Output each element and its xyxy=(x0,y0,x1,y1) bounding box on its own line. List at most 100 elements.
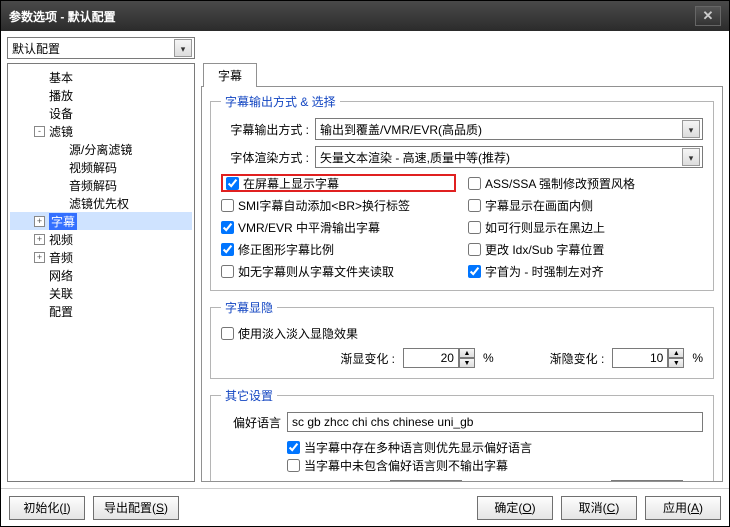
seconds-unit: 秒 xyxy=(470,482,482,483)
group-fade: 字幕显隐 使用淡入淡入显隐效果 渐显变化 : ▲▼ % xyxy=(210,299,714,379)
chevron-down-icon xyxy=(174,39,192,57)
fade-in-label: 渐显变化 : xyxy=(340,350,395,367)
tree-item-label: 滤镜 xyxy=(49,123,73,140)
tree-item-label: 音频解码 xyxy=(69,177,117,194)
profile-dropdown[interactable]: 默认配置 xyxy=(7,37,195,59)
option-checkbox[interactable]: SMI字幕自动添加<BR>换行标签 xyxy=(221,196,456,214)
tree-item[interactable]: 设备 xyxy=(10,104,192,122)
min-delay-spinner[interactable]: ▲▼ xyxy=(611,480,683,482)
fade-out-input[interactable] xyxy=(612,348,668,368)
checkbox-grid: 在屏幕上显示字幕 ASS/SSA 强制修改预置风格 SMI字幕自动添加<BR>换行标… xyxy=(221,174,703,280)
tree-item-label: 滤镜优先权 xyxy=(69,195,129,212)
tree-item-label: 设备 xyxy=(49,105,73,122)
tree-item-label: 视频解码 xyxy=(69,159,117,176)
fade-effect-checkbox[interactable]: 使用淡入淡入显隐效果 xyxy=(221,324,703,342)
checkbox-input[interactable] xyxy=(468,243,481,256)
no-output-checkbox[interactable]: 当字幕中未包含偏好语言则不输出字幕 xyxy=(287,456,703,474)
spin-down-icon[interactable]: ▼ xyxy=(668,358,684,368)
fade-in-spinner[interactable]: ▲▼ xyxy=(403,348,475,368)
tree-item[interactable]: 基本 xyxy=(10,68,192,86)
option-checkbox[interactable]: 如无字幕则从字幕文件夹读取 xyxy=(221,262,456,280)
checkbox-label: 更改 Idx/Sub 字幕位置 xyxy=(485,241,604,258)
option-checkbox[interactable]: 在屏幕上显示字幕 xyxy=(221,174,456,192)
tree-item[interactable]: 源/分离滤镜 xyxy=(10,140,192,158)
seconds-unit: 秒 xyxy=(691,482,703,483)
tree-item-label: 关联 xyxy=(49,285,73,302)
spin-up-icon[interactable]: ▲ xyxy=(446,480,462,482)
tree-item-label: 基本 xyxy=(49,69,73,86)
tree-item-label: 源/分离滤镜 xyxy=(69,141,132,158)
expand-icon[interactable]: + xyxy=(34,234,45,245)
option-checkbox[interactable]: ASS/SSA 强制修改预置风格 xyxy=(468,174,703,192)
sync-unit-spinner[interactable]: ▲▼ xyxy=(390,480,462,482)
checkbox-label: 如无字幕则从字幕文件夹读取 xyxy=(238,263,394,280)
tree-item[interactable]: 配置 xyxy=(10,302,192,320)
option-checkbox[interactable]: 字幕显示在画面内侧 xyxy=(468,196,703,214)
footer: 初始化(I) 导出配置(S) 确定(O) 取消(C) 应用(A) xyxy=(1,488,729,526)
checkbox-input[interactable] xyxy=(221,199,234,212)
chevron-down-icon xyxy=(682,148,700,166)
checkbox-input[interactable] xyxy=(468,265,481,278)
fade-effect-label: 使用淡入淡入显隐效果 xyxy=(238,325,358,342)
no-output-input[interactable] xyxy=(287,459,300,472)
expand-icon[interactable]: + xyxy=(34,216,45,227)
fade-effect-input[interactable] xyxy=(221,327,234,340)
collapse-icon[interactable]: - xyxy=(34,126,45,137)
percent-unit: % xyxy=(483,351,494,365)
ok-button[interactable]: 确定(O) xyxy=(477,496,553,520)
output-mode-select[interactable]: 输出到覆盖/VMR/EVR(高品质) xyxy=(315,118,703,140)
checkbox-input[interactable] xyxy=(221,243,234,256)
tree-item[interactable]: -滤镜 xyxy=(10,122,192,140)
tab-subtitle[interactable]: 字幕 xyxy=(203,63,257,87)
spin-up-icon[interactable]: ▲ xyxy=(667,480,683,482)
option-checkbox[interactable]: 字首为 - 时强制左对齐 xyxy=(468,262,703,280)
pref-lang-input[interactable] xyxy=(287,412,703,432)
export-button[interactable]: 导出配置(S) xyxy=(93,496,179,520)
option-checkbox[interactable]: 如可行则显示在黑边上 xyxy=(468,218,703,236)
spin-up-icon[interactable]: ▲ xyxy=(668,348,684,358)
tree-item[interactable]: 播放 xyxy=(10,86,192,104)
checkbox-input[interactable] xyxy=(468,199,481,212)
option-checkbox[interactable]: VMR/EVR 中平滑输出字幕 xyxy=(221,218,456,236)
prefer-lang-checkbox[interactable]: 当字幕中存在多种语言则优先显示偏好语言 xyxy=(287,438,703,456)
tree-item[interactable]: 关联 xyxy=(10,284,192,302)
checkbox-label: ASS/SSA 强制修改预置风格 xyxy=(485,175,635,192)
sync-unit-input[interactable] xyxy=(390,480,446,482)
category-tree[interactable]: 基本播放设备-滤镜源/分离滤镜视频解码音频解码滤镜优先权+字幕+视频+音频网络关… xyxy=(7,63,195,482)
tree-item-label: 配置 xyxy=(49,303,73,320)
font-render-select[interactable]: 矢量文本渲染 - 高速,质量中等(推荐) xyxy=(315,146,703,168)
option-checkbox[interactable]: 更改 Idx/Sub 字幕位置 xyxy=(468,240,703,258)
settings-window: 参数选项 - 默认配置 ✕ 默认配置 基本播放设备-滤镜源/分离滤镜视频解码音频… xyxy=(0,0,730,527)
checkbox-input[interactable] xyxy=(221,221,234,234)
checkbox-input[interactable] xyxy=(468,221,481,234)
checkbox-input[interactable] xyxy=(468,177,481,190)
group-output-legend: 字幕输出方式 & 选择 xyxy=(221,93,340,110)
tree-item[interactable]: 滤镜优先权 xyxy=(10,194,192,212)
tree-item[interactable]: 网络 xyxy=(10,266,192,284)
prefer-lang-input[interactable] xyxy=(287,441,300,454)
window-title: 参数选项 - 默认配置 xyxy=(9,8,695,25)
min-delay-label: 最小滞留时间: xyxy=(528,482,603,483)
spin-up-icon[interactable]: ▲ xyxy=(459,348,475,358)
profile-selected: 默认配置 xyxy=(12,40,60,57)
tree-item[interactable]: 音频解码 xyxy=(10,176,192,194)
tree-item[interactable]: 视频解码 xyxy=(10,158,192,176)
tree-item[interactable]: +字幕 xyxy=(10,212,192,230)
tree-item[interactable]: +音频 xyxy=(10,248,192,266)
spin-down-icon[interactable]: ▼ xyxy=(459,358,475,368)
fade-in-input[interactable] xyxy=(403,348,459,368)
fade-out-spinner[interactable]: ▲▼ xyxy=(612,348,684,368)
tree-item[interactable]: +视频 xyxy=(10,230,192,248)
expand-icon[interactable]: + xyxy=(34,252,45,263)
checkbox-input[interactable] xyxy=(221,265,234,278)
option-checkbox[interactable]: 修正图形字幕比例 xyxy=(221,240,456,258)
cancel-button[interactable]: 取消(C) xyxy=(561,496,637,520)
init-button[interactable]: 初始化(I) xyxy=(9,496,85,520)
font-render-label: 字体渲染方式 : xyxy=(221,149,309,166)
apply-button[interactable]: 应用(A) xyxy=(645,496,721,520)
close-button[interactable]: ✕ xyxy=(695,6,721,26)
checkbox-input[interactable] xyxy=(226,177,239,190)
min-delay-input[interactable] xyxy=(611,480,667,482)
checkbox-label: VMR/EVR 中平滑输出字幕 xyxy=(238,219,380,236)
tab-content: 字幕输出方式 & 选择 字幕输出方式 : 输出到覆盖/VMR/EVR(高品质) … xyxy=(201,87,723,482)
